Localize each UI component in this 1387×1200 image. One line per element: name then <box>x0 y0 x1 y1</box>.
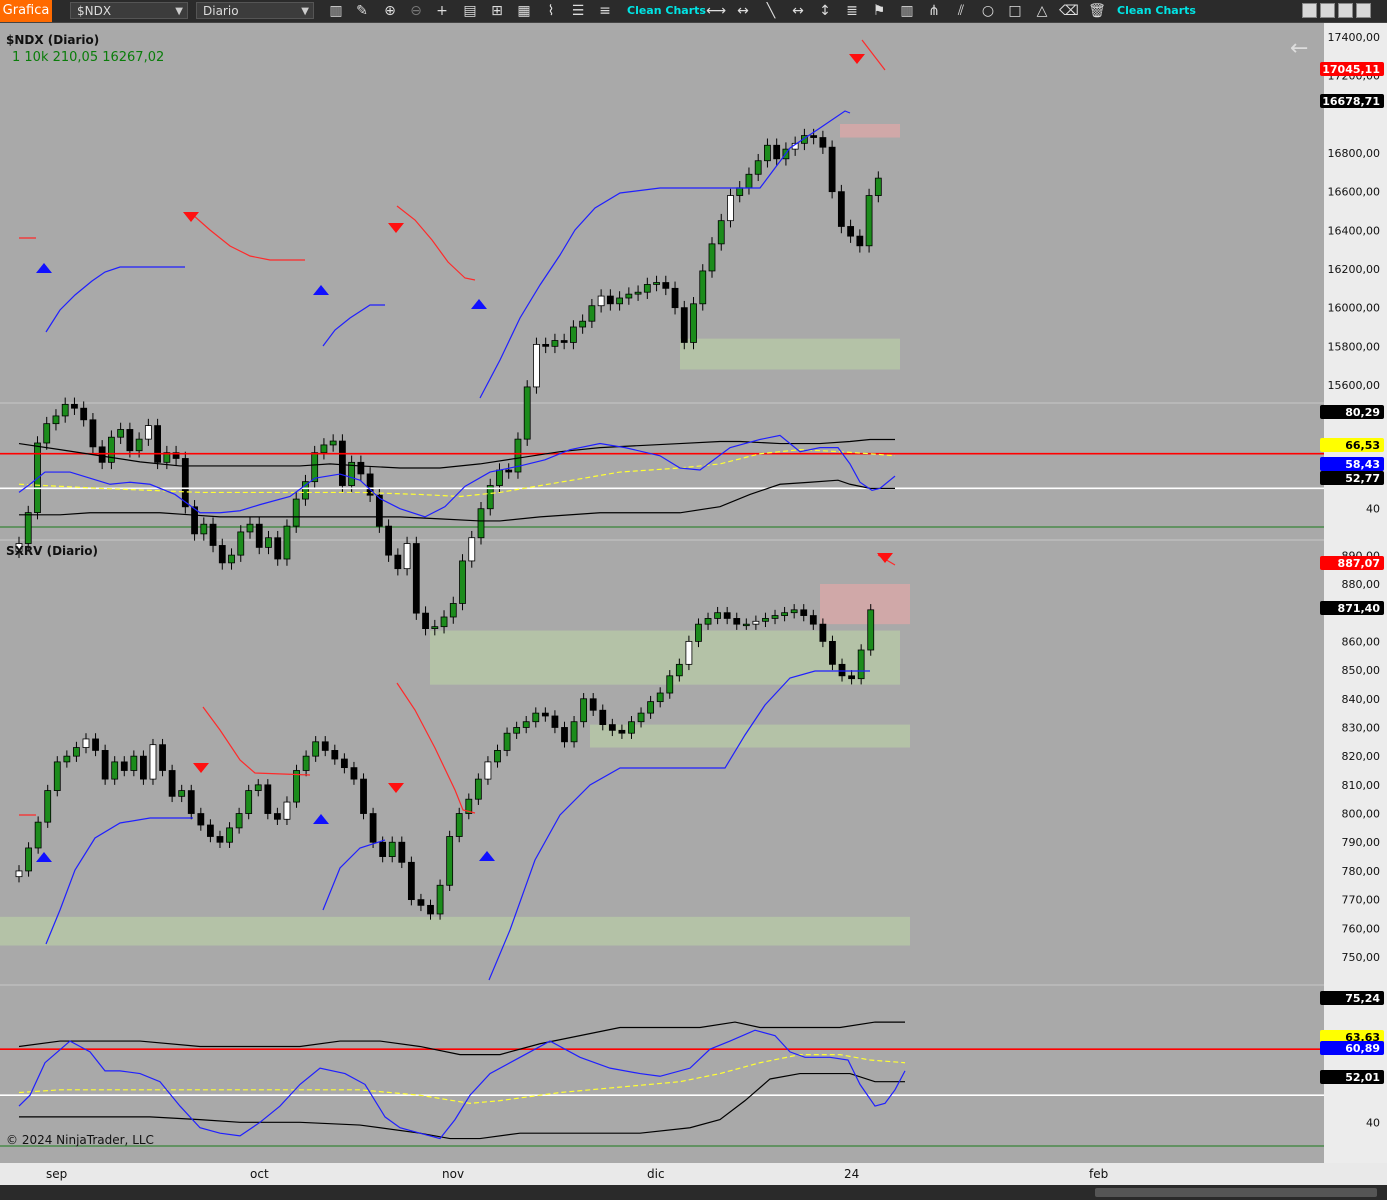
rectangle-icon[interactable]: □ <box>1005 1 1025 21</box>
horizontal-line-icon[interactable]: ⟷ <box>706 1 726 21</box>
ellipse-icon[interactable]: ○ <box>978 1 998 21</box>
date-label: 24 <box>844 1167 860 1181</box>
bar-type-icon[interactable]: ▥ <box>326 1 346 21</box>
date-axis[interactable]: sep oct nov dic 24 feb <box>0 1163 1387 1185</box>
data-box-icon[interactable]: ▤ <box>460 1 480 21</box>
scrollbar-thumb[interactable] <box>1095 1188 1377 1197</box>
channel-icon[interactable]: ⫽ <box>951 1 971 21</box>
pitchfork-icon[interactable]: ⋔ <box>924 1 944 21</box>
date-label: feb <box>1089 1167 1109 1181</box>
date-label: nov <box>442 1167 465 1181</box>
fib-icon[interactable]: ≣ <box>842 1 862 21</box>
maximize-icon[interactable] <box>1338 3 1353 18</box>
period-selector[interactable]: Diario ▼ <box>196 2 314 19</box>
ndx-panel-subtitle: 1 10k 210,05 16267,02 <box>12 50 165 65</box>
toolbar: Grafica $NDX ▼ Diario ▼ ▥ ✎ ⊕ ⊖ + ▤ ⊞ ▦ … <box>0 0 1387 23</box>
pencil-icon[interactable]: ✎ <box>352 1 372 21</box>
properties-icon[interactable]: ☰ <box>568 1 588 21</box>
date-label: dic <box>647 1167 665 1181</box>
list-icon[interactable]: ≡ <box>595 1 615 21</box>
zoom-out-icon[interactable]: ⊖ <box>406 1 426 21</box>
date-label: sep <box>46 1167 68 1181</box>
triangle-icon[interactable]: △ <box>1032 1 1052 21</box>
template-icon[interactable]: ⌇ <box>541 1 561 21</box>
sxrv-panel-title: SXRV (Diario) <box>6 544 99 558</box>
instrument-value: $NDX <box>77 4 112 18</box>
back-arrow-icon[interactable]: ← <box>1290 36 1308 61</box>
flag-icon[interactable]: ⚑ <box>869 1 889 21</box>
copyright-text: © 2024 NinjaTrader, LLC <box>6 1133 154 1147</box>
minimize-icon[interactable] <box>1302 3 1317 18</box>
chevron-down-icon: ▼ <box>175 6 183 17</box>
trash-icon[interactable]: 🗑 <box>1087 1 1107 21</box>
vertical-line-icon[interactable]: ↕ <box>815 1 835 21</box>
date-label: oct <box>250 1167 269 1181</box>
ndx-panel-title: $NDX (Diario) <box>6 33 100 47</box>
crosshair-icon[interactable]: + <box>432 1 452 21</box>
period-value: Diario <box>203 4 239 18</box>
price-axis[interactable] <box>1324 23 1387 1163</box>
chart-window-title[interactable]: Grafica <box>0 0 52 22</box>
chevron-down-icon: ▼ <box>301 6 309 17</box>
indicator-icon[interactable]: ▦ <box>514 1 534 21</box>
ray-icon[interactable]: ↔ <box>733 1 753 21</box>
window-close-icon[interactable] <box>1356 3 1371 18</box>
clean-charts-button-2[interactable]: Clean Charts <box>1117 0 1196 22</box>
horizontal-scrollbar[interactable] <box>0 1185 1387 1200</box>
extended-line-icon[interactable]: ↔ <box>788 1 808 21</box>
strategy-icon[interactable]: ⊞ <box>487 1 507 21</box>
zoom-in-icon[interactable]: ⊕ <box>380 1 400 21</box>
line-icon[interactable]: ╲ <box>761 1 781 21</box>
eraser-icon[interactable]: ⌫ <box>1059 1 1079 21</box>
clean-charts-button[interactable]: Clean Charts <box>627 0 706 22</box>
chart-area[interactable] <box>0 23 1387 1185</box>
gann-icon[interactable]: ▥ <box>897 1 917 21</box>
instrument-selector[interactable]: $NDX ▼ <box>70 2 188 19</box>
restore-icon[interactable] <box>1320 3 1335 18</box>
